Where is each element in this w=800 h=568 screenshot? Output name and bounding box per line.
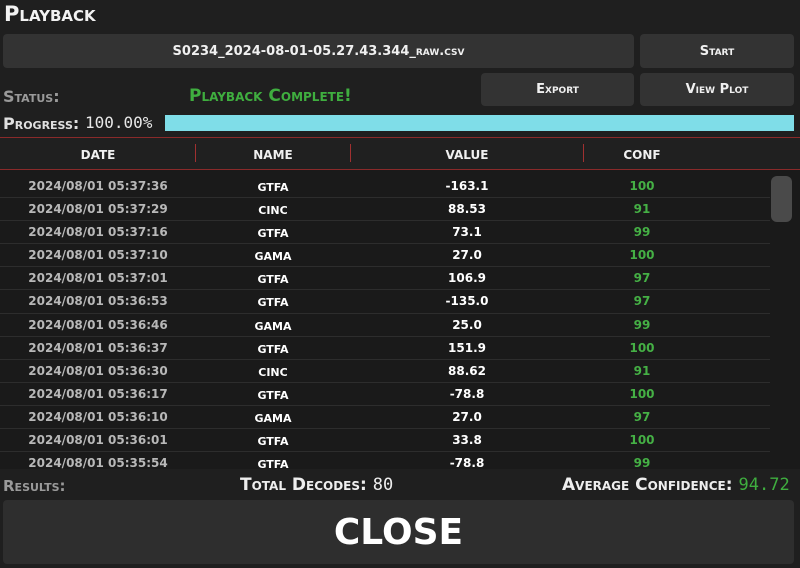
cell-conf: 91 [633, 363, 651, 378]
cell-date: 2024/08/01 05:37:16 [28, 225, 168, 240]
cell-value: 151.9 [448, 340, 486, 355]
cell-date: 2024/08/01 05:36:17 [28, 386, 168, 401]
column-header-conf[interactable]: CONF [584, 148, 700, 162]
cell-value: -78.8 [449, 456, 485, 469]
cell-conf: 99 [633, 317, 651, 332]
table-row[interactable]: 2024/08/01 05:35:54 GTFA -78.8 99 [0, 452, 770, 469]
cell-date: 2024/08/01 05:37:01 [28, 271, 168, 286]
progress-percent: 100.00% [85, 113, 153, 132]
total-decodes: Total Decodes: 80 [240, 475, 393, 495]
cell-name: GTFA [257, 458, 289, 469]
table-row[interactable]: 2024/08/01 05:36:17 GTFA -78.8 100 [0, 383, 770, 406]
column-header-date[interactable]: DATE [0, 148, 196, 162]
cell-date: 2024/08/01 05:37:10 [28, 248, 168, 263]
cell-value: -135.0 [445, 294, 489, 309]
cell-name: GTFA [257, 342, 289, 356]
column-header-value[interactable]: VALUE [350, 148, 584, 162]
cell-conf: 99 [633, 225, 651, 240]
table-scrollbar[interactable] [770, 175, 794, 469]
cell-value: 25.0 [452, 317, 482, 332]
close-button[interactable]: CLOSE [3, 500, 794, 564]
cell-value: 106.9 [448, 271, 486, 286]
progress-label: Progress: [3, 114, 80, 133]
table-row[interactable]: 2024/08/01 05:37:16 GTFA 73.1 99 [0, 221, 770, 245]
file-select-button[interactable]: S0234_2024-08-01-05.27.43.344_raw.csv [3, 34, 634, 68]
cell-value: 27.0 [452, 409, 482, 424]
cell-date: 2024/08/01 05:37:36 [28, 179, 168, 193]
cell-conf: 100 [629, 179, 655, 193]
cell-name: CINC [258, 365, 288, 379]
window-title: Playback [4, 2, 96, 26]
table-row[interactable]: 2024/08/01 05:36:37 GTFA 151.9 100 [0, 337, 770, 360]
cell-value: 88.62 [448, 363, 486, 378]
cell-date: 2024/08/01 05:37:29 [28, 202, 168, 217]
cell-conf: 97 [633, 409, 651, 424]
cell-name: GTFA [257, 388, 289, 402]
cell-conf: 97 [633, 294, 651, 309]
scrollbar-thumb[interactable] [771, 176, 792, 222]
cell-name: GTFA [257, 273, 289, 287]
cell-conf: 100 [629, 248, 655, 263]
table-row[interactable]: 2024/08/01 05:37:29 CINC 88.53 91 [0, 198, 770, 222]
average-confidence-value: 94.72 [738, 475, 790, 495]
cell-date: 2024/08/01 05:36:10 [28, 409, 168, 424]
cell-date: 2024/08/01 05:36:30 [28, 363, 168, 378]
cell-name: GTFA [257, 181, 289, 194]
cell-name: GTFA [257, 296, 289, 310]
cell-value: -78.8 [449, 386, 485, 401]
table-row[interactable]: 2024/08/01 05:36:30 CINC 88.62 91 [0, 360, 770, 383]
average-confidence-label: Average Confidence: [562, 475, 733, 495]
start-button[interactable]: Start [640, 34, 794, 68]
cell-date: 2024/08/01 05:36:37 [28, 340, 168, 355]
cell-date: 2024/08/01 05:36:53 [28, 294, 168, 309]
table-row[interactable]: 2024/08/01 05:37:36 GTFA -163.1 100 [0, 175, 770, 199]
table-row[interactable]: 2024/08/01 05:36:53 GTFA -135.0 97 [0, 290, 770, 314]
cell-name: GTFA [257, 435, 289, 449]
cell-date: 2024/08/01 05:35:54 [28, 456, 168, 469]
cell-conf: 97 [633, 271, 651, 286]
cell-name: GAMA [254, 250, 292, 264]
status-value: Playback Complete! [189, 86, 352, 106]
table-row[interactable]: 2024/08/01 05:37:10 GAMA 27.0 100 [0, 244, 770, 268]
cell-name: CINC [258, 204, 288, 218]
status-label: Status: [3, 87, 60, 106]
total-decodes-label: Total Decodes: [240, 475, 367, 495]
view-plot-button[interactable]: View Plot [640, 73, 794, 106]
table-header: DATE NAME VALUE CONF [0, 138, 800, 170]
cell-conf: 99 [633, 456, 651, 469]
cell-conf: 100 [629, 433, 655, 448]
table-row[interactable]: 2024/08/01 05:36:01 GTFA 33.8 100 [0, 429, 770, 453]
cell-value: 33.8 [452, 433, 482, 448]
progress-bar [165, 115, 794, 131]
cell-conf: 100 [629, 340, 655, 355]
cell-value: -163.1 [445, 179, 489, 193]
table-row[interactable]: 2024/08/01 05:36:10 GAMA 27.0 97 [0, 406, 770, 430]
table-row[interactable]: 2024/08/01 05:37:01 GTFA 106.9 97 [0, 267, 770, 291]
table-body: 2024/08/01 05:37:36 GTFA -163.1 100 2024/08/… [0, 175, 770, 469]
table-row[interactable]: 2024/08/01 05:36:46 GAMA 25.0 99 [0, 314, 770, 337]
cell-name: GAMA [254, 319, 292, 333]
decodes-table: DATE NAME VALUE CONF 2024/08/01 05:37:36… [0, 137, 800, 469]
results-label: Results: [3, 477, 66, 495]
total-decodes-value: 80 [372, 475, 394, 495]
cell-value: 27.0 [452, 248, 482, 263]
cell-conf: 100 [629, 386, 655, 401]
cell-value: 88.53 [448, 202, 486, 217]
cell-date: 2024/08/01 05:36:46 [28, 317, 168, 332]
cell-name: GTFA [257, 227, 289, 241]
cell-name: GAMA [254, 411, 292, 425]
export-button[interactable]: Export [481, 73, 634, 106]
cell-date: 2024/08/01 05:36:01 [28, 433, 168, 448]
average-confidence: Average Confidence: 94.72 [562, 475, 790, 495]
cell-conf: 91 [633, 202, 651, 217]
progress-bar-fill [165, 115, 794, 131]
column-header-name[interactable]: NAME [196, 148, 350, 162]
cell-value: 73.1 [452, 225, 482, 240]
